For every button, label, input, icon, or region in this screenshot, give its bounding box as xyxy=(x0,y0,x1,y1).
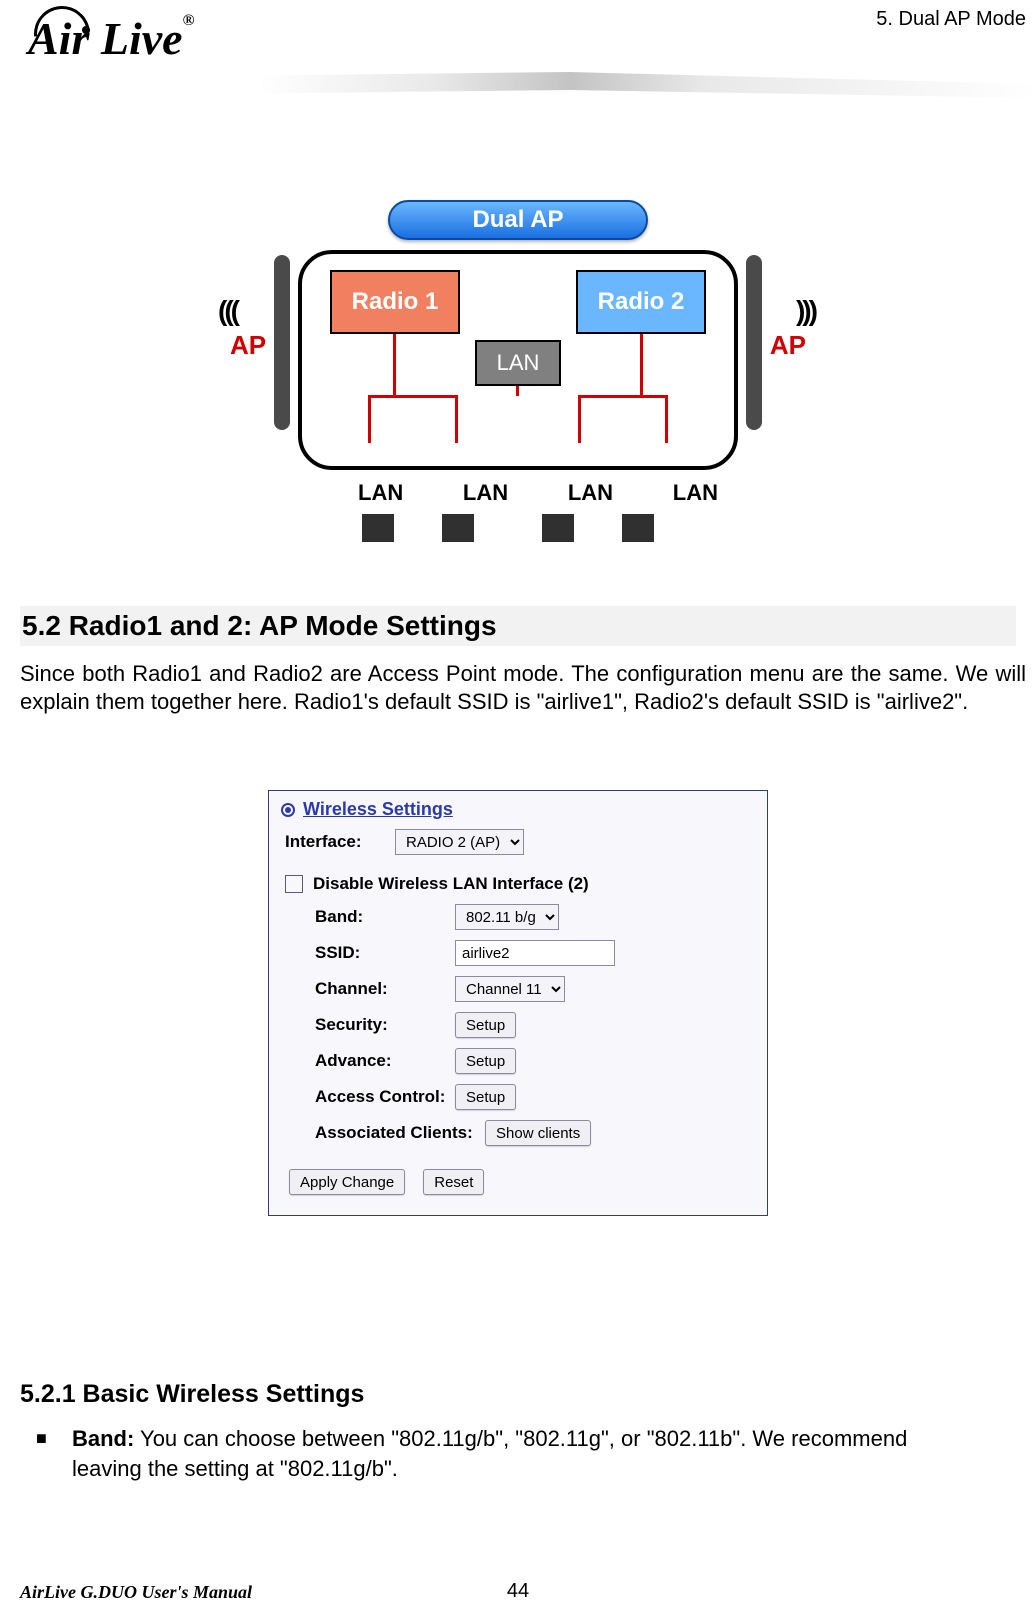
dual-ap-badge: Dual AP xyxy=(388,200,648,240)
section-paragraph: Since both Radio1 and Radio2 are Access … xyxy=(20,660,1026,716)
brand-logo: Air Live® xyxy=(28,12,288,65)
apply-change-button[interactable]: Apply Change xyxy=(289,1169,405,1195)
header-swoosh xyxy=(0,72,1036,112)
lan-port xyxy=(622,514,654,542)
lan-port xyxy=(442,514,474,542)
wire xyxy=(455,395,458,443)
wire xyxy=(368,395,371,443)
registered-icon: ® xyxy=(183,12,195,29)
band-text: You can choose between "802.11g/b", "802… xyxy=(72,1426,907,1481)
wire xyxy=(393,334,396,398)
channel-label: Channel: xyxy=(285,979,455,999)
port-label: LAN xyxy=(463,480,508,506)
wireless-settings-panel: Wireless Settings Interface: RADIO 2 (AP… xyxy=(268,790,768,1216)
antenna-icon xyxy=(274,255,290,430)
subsection-heading: 5.2.1 Basic Wireless Settings xyxy=(20,1380,364,1409)
band-bold-label: Band: xyxy=(72,1426,134,1451)
access-setup-button[interactable]: Setup xyxy=(455,1084,516,1110)
interface-label: Interface: xyxy=(285,832,395,852)
wire xyxy=(516,386,519,396)
lan-chip: LAN xyxy=(475,340,561,386)
footer-manual-title: AirLive G.DUO User's Manual xyxy=(20,1582,252,1603)
band-bullet: Band: You can choose between "802.11g/b"… xyxy=(72,1424,976,1483)
wire xyxy=(665,395,668,443)
wire xyxy=(578,395,581,443)
disable-wlan-checkbox[interactable] xyxy=(285,875,303,893)
reset-button[interactable]: Reset xyxy=(423,1169,484,1195)
port-label: LAN xyxy=(568,480,613,506)
bullet-icon xyxy=(281,803,295,817)
ap-label-left: AP xyxy=(230,330,266,361)
security-setup-button[interactable]: Setup xyxy=(455,1012,516,1038)
band-label: Band: xyxy=(285,907,455,927)
port-label: LAN xyxy=(673,480,718,506)
clients-label: Associated Clients: xyxy=(285,1123,485,1143)
wifi-waves-icon: ((( xyxy=(799,295,818,327)
dual-ap-diagram: Dual AP ((( ((( AP AP Radio 1 Radio 2 LA… xyxy=(218,200,818,540)
footer-page-number: 44 xyxy=(507,1580,529,1603)
antenna-icon xyxy=(746,255,762,430)
security-label: Security: xyxy=(285,1015,455,1035)
wire xyxy=(368,395,458,398)
show-clients-button[interactable]: Show clients xyxy=(485,1120,591,1146)
wire xyxy=(578,395,668,398)
ssid-input[interactable] xyxy=(455,940,615,966)
interface-select[interactable]: RADIO 2 (AP) xyxy=(395,829,524,855)
panel-title: Wireless Settings xyxy=(303,799,453,820)
channel-select[interactable]: Channel 11 xyxy=(455,976,565,1002)
section-heading: 5.2 Radio1 and 2: AP Mode Settings xyxy=(20,606,1016,646)
advance-label: Advance: xyxy=(285,1051,455,1071)
lan-port xyxy=(362,514,394,542)
band-select[interactable]: 802.11 b/g xyxy=(455,904,559,930)
chapter-title: 5. Dual AP Mode xyxy=(876,8,1026,31)
logo-dot-icon xyxy=(82,26,90,34)
lan-port xyxy=(542,514,574,542)
radio1-box: Radio 1 xyxy=(330,270,460,334)
port-label: LAN xyxy=(358,480,403,506)
wifi-waves-icon: ((( xyxy=(218,295,237,327)
disable-wlan-label: Disable Wireless LAN Interface (2) xyxy=(313,874,589,894)
wire xyxy=(640,334,643,398)
ap-label-right: AP xyxy=(770,330,806,361)
port-labels: LAN LAN LAN LAN xyxy=(358,480,718,506)
radio2-box: Radio 2 xyxy=(576,270,706,334)
advance-setup-button[interactable]: Setup xyxy=(455,1048,516,1074)
ssid-label: SSID: xyxy=(285,943,455,963)
access-control-label: Access Control: xyxy=(285,1087,455,1107)
